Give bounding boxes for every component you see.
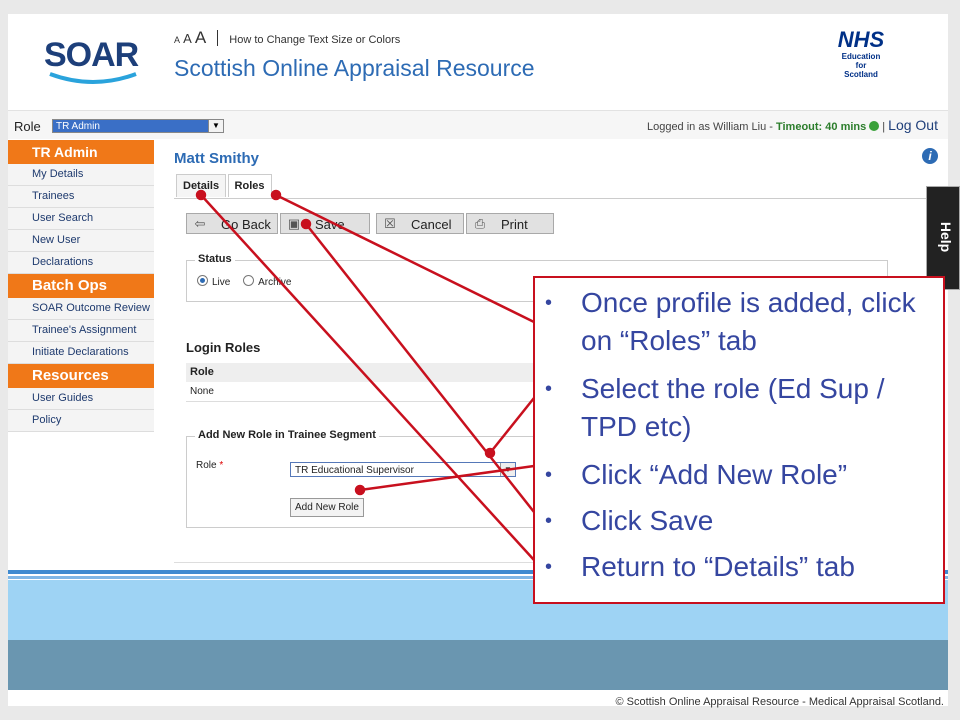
role-label: Role — [14, 119, 41, 134]
save-button[interactable]: ▣ Save — [280, 213, 370, 234]
new-role-label-text: Role — [196, 460, 217, 471]
print-button[interactable]: ⎙ Print — [466, 213, 554, 234]
sidebar-item-soar-outcome-review[interactable]: SOAR Outcome Review — [8, 298, 154, 320]
footer-dark-area — [8, 640, 948, 690]
cancel-button[interactable]: ☒ Cancel — [376, 213, 464, 234]
login-roles-title: Login Roles — [186, 340, 261, 355]
sidebar-heading-tr-admin[interactable]: TR Admin — [8, 140, 154, 164]
sidebar-item-declarations[interactable]: Declarations — [8, 252, 154, 274]
text-size-large[interactable]: A — [195, 28, 206, 47]
nhs-logo: NHS Education for Scotland — [828, 27, 894, 80]
callout-bullet: Once profile is added, click on “Roles” … — [545, 284, 931, 360]
new-role-select[interactable]: TR Educational Supervisor ▼ — [290, 462, 516, 477]
text-size-bar: A A A How to Change Text Size or Colors — [174, 28, 400, 48]
save-label: Save — [315, 217, 345, 232]
role-select[interactable]: TR Admin ▼ — [52, 119, 224, 133]
go-back-label: Go Back — [221, 217, 271, 232]
page-title: Matt Smithy — [174, 150, 260, 167]
text-size-help-link[interactable]: How to Change Text Size or Colors — [229, 34, 400, 46]
soar-logo[interactable]: SOAR — [44, 36, 139, 75]
tab-roles[interactable]: Roles — [227, 174, 272, 197]
instructions-callout: Once profile is added, click on “Roles” … — [533, 276, 945, 604]
sidebar-item-initiate-declarations[interactable]: Initiate Declarations — [8, 342, 154, 364]
callout-bullet: Select the role (Ed Sup / TPD etc) — [545, 370, 931, 446]
back-arrow-icon: ⇦ — [194, 216, 206, 231]
go-back-button[interactable]: ⇦ Go Back — [186, 213, 278, 234]
site-header: SOAR A A A How to Change Text Size or Co… — [8, 14, 948, 108]
radio-live[interactable] — [197, 275, 208, 286]
check-icon — [869, 121, 880, 131]
nhs-mark: NHS — [837, 27, 885, 52]
tab-bar: Details Roles — [176, 174, 272, 198]
sidebar-heading-batch-ops[interactable]: Batch Ops — [8, 274, 154, 298]
help-side-tab[interactable]: Help — [926, 186, 960, 290]
status-legend: Status — [195, 253, 235, 265]
copyright-text: © Scottish Online Appraisal Resource - M… — [615, 696, 945, 708]
chevron-down-icon[interactable]: ▼ — [500, 463, 515, 476]
radio-live-label: Live — [212, 277, 231, 288]
help-side-tab-label: Help — [938, 221, 955, 253]
divider — [217, 30, 219, 46]
sidebar-item-trainees-assignment[interactable]: Trainee's Assignment — [8, 320, 154, 342]
role-select-value: TR Admin — [56, 121, 100, 132]
nhs-line2: for — [855, 61, 867, 70]
nhs-line3: Scotland — [844, 70, 878, 79]
logged-in-text: Logged in as William Liu - — [646, 121, 776, 133]
divider — [174, 198, 944, 199]
sidebar-item-trainees[interactable]: Trainees — [8, 186, 154, 208]
sidebar-item-my-details[interactable]: My Details — [8, 164, 154, 186]
tab-details[interactable]: Details — [176, 174, 227, 197]
text-size-medium[interactable]: A — [183, 31, 192, 46]
radio-archive[interactable] — [243, 275, 255, 286]
required-mark: * — [219, 460, 224, 471]
add-new-role-button[interactable]: Add New Role — [290, 498, 364, 517]
site-title: Scottish Online Appraisal Resource — [174, 55, 535, 81]
logout-link[interactable]: Log Out — [888, 117, 938, 133]
callout-bullet: Click “Add New Role” — [545, 456, 931, 494]
cancel-x-icon: ☒ — [384, 216, 396, 231]
help-icon[interactable]: i — [922, 148, 938, 164]
new-role-label: Role * — [196, 460, 223, 471]
session-info: Logged in as William Liu - Timeout: 40 m… — [646, 117, 938, 133]
logo-swoosh-icon — [49, 72, 137, 84]
status-options: Live Archive — [197, 275, 292, 288]
chevron-down-icon[interactable]: ▼ — [208, 120, 223, 132]
cancel-label: Cancel — [411, 217, 452, 232]
timeout-text: Timeout: 40 mins — [775, 121, 867, 133]
callout-bullet: Return to “Details” tab — [545, 548, 931, 586]
text-size-small[interactable]: A — [174, 35, 180, 45]
nhs-line1: Education — [841, 52, 881, 61]
print-label: Print — [501, 217, 528, 232]
floppy-disk-icon: ▣ — [287, 216, 301, 231]
printer-icon: ⎙ — [474, 216, 486, 231]
new-role-select-value: TR Educational Supervisor — [295, 465, 414, 476]
sidebar-item-user-search[interactable]: User Search — [8, 208, 154, 230]
sidebar-heading-resources[interactable]: Resources — [8, 364, 154, 388]
sidebar-item-policy[interactable]: Policy — [8, 410, 154, 432]
role-bar: Role TR Admin ▼ Logged in as William Liu… — [8, 110, 948, 139]
new-role-legend: Add New Role in Trainee Segment — [195, 429, 379, 441]
callout-bullet: Click Save — [545, 502, 931, 540]
sidebar-item-new-user[interactable]: New User — [8, 230, 154, 252]
sidebar: TR Admin My Details Trainees User Search… — [8, 140, 154, 432]
radio-archive-label: Archive — [258, 277, 292, 288]
sidebar-item-user-guides[interactable]: User Guides — [8, 388, 154, 410]
